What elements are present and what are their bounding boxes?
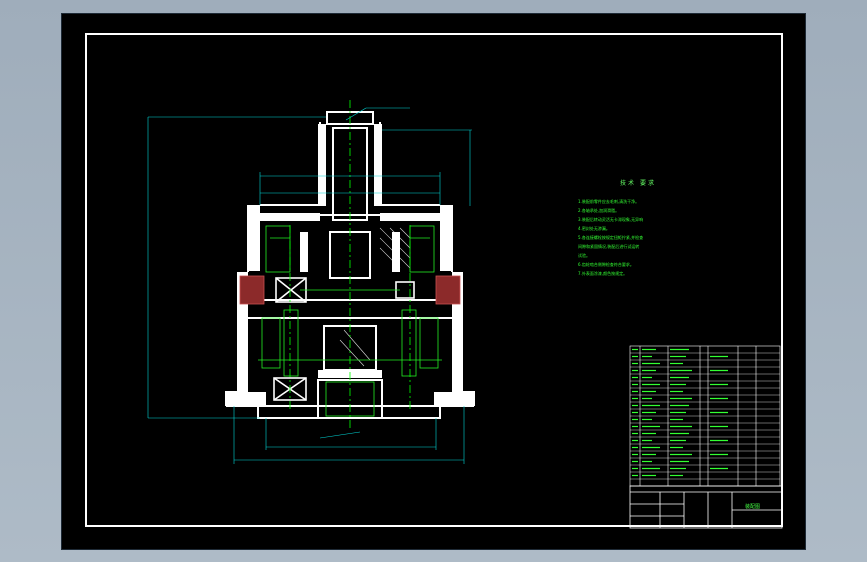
drawing-border xyxy=(85,33,783,527)
note-line: 2.各轴承处,加润滑脂。 xyxy=(578,208,620,213)
note-line: 试验。 xyxy=(578,253,590,258)
notes-list: 1.装配前零件应去毛刺,清洗干净。 2.各轴承处,加润滑脂。 3.装配后转动灵活无卡… xyxy=(578,197,698,278)
technical-notes: 技术 要求 1.装配前零件应去毛刺,清洗干净。 2.各轴承处,加润滑脂。 3.装配后… xyxy=(578,178,698,278)
note-line: 4.密封处无渗漏。 xyxy=(578,226,610,231)
note-line: 5.各连接螺栓按规定扭矩拧紧,并检查 xyxy=(578,235,644,240)
note-line: 1.装配前零件应去毛刺,清洗干净。 xyxy=(578,199,640,204)
cad-viewport[interactable]: 技术 要求 1.装配前零件应去毛刺,清洗干净。 2.各轴承处,加润滑脂。 3.装配后… xyxy=(0,0,867,562)
notes-title: 技术 要求 xyxy=(620,180,656,187)
note-line: 间隙和紧固情况,装配后进行试运转 xyxy=(578,244,640,249)
note-line: 3.装配后转动灵活无卡滞现象,无异响 xyxy=(578,217,644,222)
parts-list-entries xyxy=(632,348,728,477)
assembly-drawing xyxy=(85,33,783,529)
note-line: 6.齿轮啮合侧隙检查符合要求。 xyxy=(578,262,634,267)
dimension-lines xyxy=(147,107,472,464)
drawing-name: 装配图 xyxy=(745,504,761,510)
note-line: 7.外表面涂漆,颜色按规定。 xyxy=(578,271,628,276)
parts-list-rows xyxy=(630,352,780,480)
